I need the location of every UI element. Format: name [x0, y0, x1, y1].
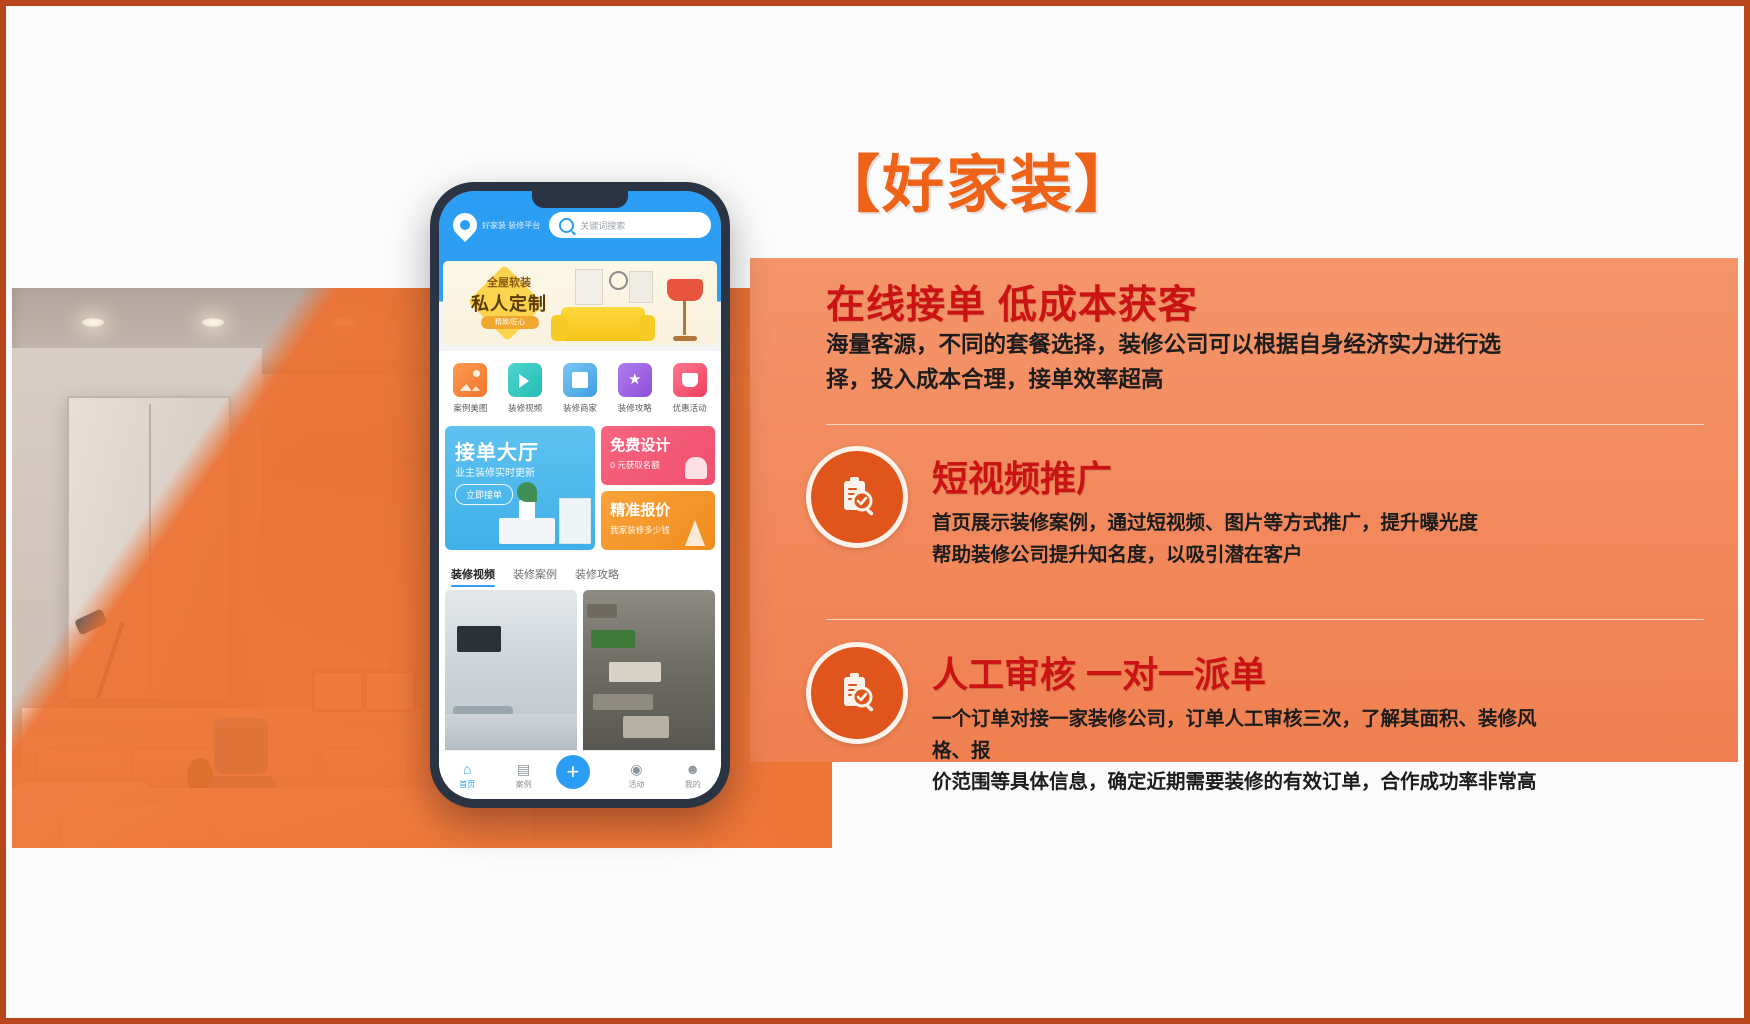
nav-item-activity[interactable]: ◉ 活动	[612, 761, 660, 790]
hero-card: 全屋软装 私人定制 精致/匠心	[443, 261, 717, 345]
activity-icon: ◉	[630, 760, 643, 777]
divider	[826, 619, 1704, 620]
quick-icon-label: 装修视频	[508, 403, 543, 413]
home-icon: ⌂	[462, 760, 472, 777]
quick-icon-promotions[interactable]: 优惠活动	[665, 363, 715, 414]
feature-body-line-2: 价范围等具体信息，确定近期需要装修的有效订单，合作成功率非常高	[932, 771, 1537, 794]
shelf-decor	[629, 271, 653, 303]
video-thumbnail-grid	[439, 588, 721, 764]
phone-screen: 好家装 装修平台 关键词搜索 全屋软装 私人定制 精致/匠心 案例美图 装修视频…	[439, 191, 721, 799]
feature-title-manual-review: 人工审核 一对一派单	[932, 654, 1267, 695]
accurate-quote-card[interactable]: 精准报价 我家装修多少钱	[601, 491, 715, 550]
feature-body-line-1: 首页展示装修案例，通过短视频、图片等方式推广，提升曝光度	[932, 512, 1479, 534]
feature-manual-review: 人工审核 一对一派单 一个订单对接一家装修公司，订单人工审核三次，了解其面积、装…	[806, 642, 1546, 793]
floor-lamp-illustration	[667, 279, 703, 341]
quick-icon-video[interactable]: 装修视频	[500, 363, 550, 414]
nav-label: 我的	[684, 779, 701, 789]
free-design-card[interactable]: 免费设计 0 元获取名额	[601, 426, 715, 485]
search-input[interactable]: 关键词搜索	[549, 212, 711, 238]
section-body-online-orders: 海量客源，不同的套餐选择，装修公司可以根据自身经济实力进行选择，投入成本合理，接…	[826, 332, 1502, 392]
order-hall-title: 接单大厅	[455, 442, 539, 464]
video-thumbnail[interactable]	[445, 590, 577, 758]
nav-item-profile[interactable]: ☻ 我的	[669, 761, 717, 790]
sofa-illustration	[551, 307, 655, 341]
page-title: 【好家装】	[818, 151, 1139, 220]
video-camera-icon	[508, 363, 543, 397]
section-heading-online-orders: 在线接单 低成本获客	[826, 284, 1198, 327]
clipboard-search-icon	[806, 446, 908, 548]
feature-body-line-2: 帮助装修公司提升知名度，以吸引潜在客户	[932, 543, 1303, 566]
app-logo-text: 好家装 装修平台	[482, 220, 541, 230]
promo-card-row: 接单大厅 业主装修实时更新 立即接单 免费设计 0 元获取名额 精准报价 我家装…	[439, 422, 721, 558]
quick-icon-label: 装修攻略	[617, 403, 652, 413]
nav-label: 首页	[459, 779, 476, 789]
search-icon	[559, 217, 575, 233]
quick-icon-merchants[interactable]: 装修商家	[555, 363, 605, 414]
clipboard-search-icon	[806, 642, 908, 744]
phone-mockup: 好家装 装修平台 关键词搜索 全屋软装 私人定制 精致/匠心 案例美图 装修视频…	[430, 182, 730, 808]
nav-label: 活动	[628, 779, 645, 789]
feature-title-short-video: 短视频推广	[932, 458, 1113, 499]
tab-decoration-video[interactable]: 装修视频	[451, 566, 495, 587]
user-icon: ☻	[685, 760, 701, 777]
chair-illustration	[673, 447, 709, 481]
store-card-icon	[562, 363, 597, 397]
hero-tag: 精致/匠心	[481, 316, 539, 329]
location-pin-icon	[448, 208, 482, 242]
quick-icon-cases[interactable]: 案例美图	[445, 363, 495, 414]
feature-short-video: 短视频推广 首页展示装修案例，通过短视频、图片等方式推广，提升曝光度 帮助装修公…	[806, 446, 1546, 596]
photo-icon	[453, 363, 488, 397]
tripod-illustration	[673, 512, 709, 546]
hero-banner[interactable]: 全屋软装 私人定制 精致/匠心	[439, 259, 721, 351]
poster-canvas: 【好家装】 在线接单 低成本获客 海量客源，不同的套餐选择，装修公司可以根据自身…	[0, 0, 1750, 1024]
search-placeholder: 关键词搜索	[580, 220, 626, 231]
promo-card-column: 免费设计 0 元获取名额 精准报价 我家装修多少钱	[601, 426, 715, 550]
gift-icon	[672, 363, 707, 397]
content-tabs: 装修视频 装修案例 装修攻略	[439, 558, 721, 588]
nav-item-home[interactable]: ⌂ 首页	[443, 761, 491, 790]
star-book-icon: ★	[617, 363, 652, 397]
feature-body-short-video: 首页展示装修案例，通过短视频、图片等方式推广，提升曝光度 帮助装修公司提升知名度…	[932, 508, 1572, 571]
quick-icon-label: 优惠活动	[672, 403, 707, 413]
wall-art-decor	[575, 269, 603, 305]
plus-icon[interactable]: +	[555, 755, 590, 789]
phone-notch	[532, 191, 628, 208]
tab-decoration-guides[interactable]: 装修攻略	[575, 566, 619, 582]
quick-icon-label: 案例美图	[453, 403, 488, 413]
nav-label: 案例	[515, 779, 532, 789]
bottom-navigation: ⌂ 首页 ▤ 案例 + ◉ 活动 ☻ 我的	[439, 750, 721, 799]
clock-decor	[609, 271, 628, 290]
hero-line-2: 私人定制	[471, 294, 547, 314]
quick-icon-row: 案例美图 装修视频 装修商家 ★ 装修攻略 优惠活动	[439, 351, 721, 422]
hero-line-1: 全屋软装	[487, 277, 531, 289]
order-hall-subtitle: 业主装修实时更新	[455, 468, 535, 479]
order-hall-illustration	[499, 482, 592, 548]
cases-icon: ▤	[516, 760, 531, 777]
divider	[826, 424, 1704, 425]
video-thumbnail[interactable]	[583, 590, 715, 758]
order-hall-card[interactable]: 接单大厅 业主装修实时更新 立即接单	[445, 426, 596, 550]
nav-item-publish[interactable]: +	[555, 755, 604, 789]
feature-body-manual-review: 一个订单对接一家装修公司，订单人工审核三次，了解其面积、装修风格、报 价范围等具…	[932, 704, 1572, 799]
tab-decoration-cases[interactable]: 装修案例	[513, 566, 557, 582]
feature-body-line-1: 一个订单对接一家装修公司，订单人工审核三次，了解其面积、装修风格、报	[932, 708, 1537, 762]
quick-icon-guides[interactable]: ★ 装修攻略	[610, 363, 660, 414]
quick-icon-label: 装修商家	[562, 403, 597, 413]
nav-item-cases[interactable]: ▤ 案例	[500, 761, 548, 790]
